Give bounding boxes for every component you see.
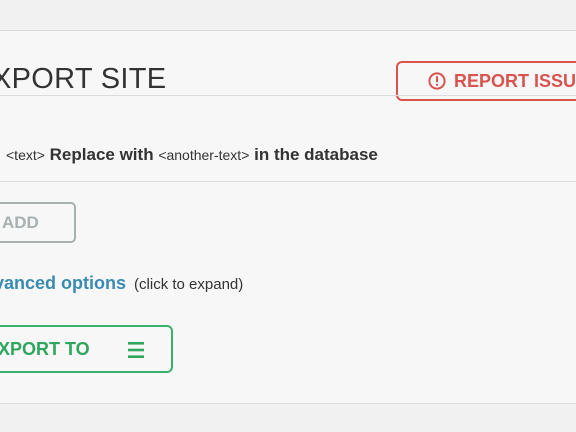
replace-rule: <text> Replace with <another-text> in th… — [6, 145, 378, 165]
advanced-options-hint: (click to expand) — [134, 276, 244, 293]
replace-with-label: Replace with — [49, 145, 154, 164]
advanced-options-row: vanced options (click to expand) — [0, 273, 243, 294]
divider — [0, 181, 576, 182]
replace-suffix-label: in the database — [254, 145, 378, 164]
report-issue-label: REPORT ISSU — [454, 70, 576, 91]
add-button[interactable]: ADD — [0, 202, 76, 243]
advanced-options-link[interactable]: vanced options — [0, 273, 126, 293]
search-text-code: <text> — [6, 147, 45, 163]
export-to-label: XPORT TO — [0, 338, 90, 359]
alert-circle-icon — [428, 72, 446, 90]
divider — [0, 95, 576, 96]
replacement-text-code: <another-text> — [158, 147, 250, 163]
page-title: XPORT SITE — [0, 63, 167, 95]
export-panel: XPORT SITE REPORT ISSU <text> Replace wi… — [0, 30, 576, 404]
export-to-button[interactable]: XPORT TO — [0, 325, 173, 373]
menu-icon — [127, 341, 145, 359]
